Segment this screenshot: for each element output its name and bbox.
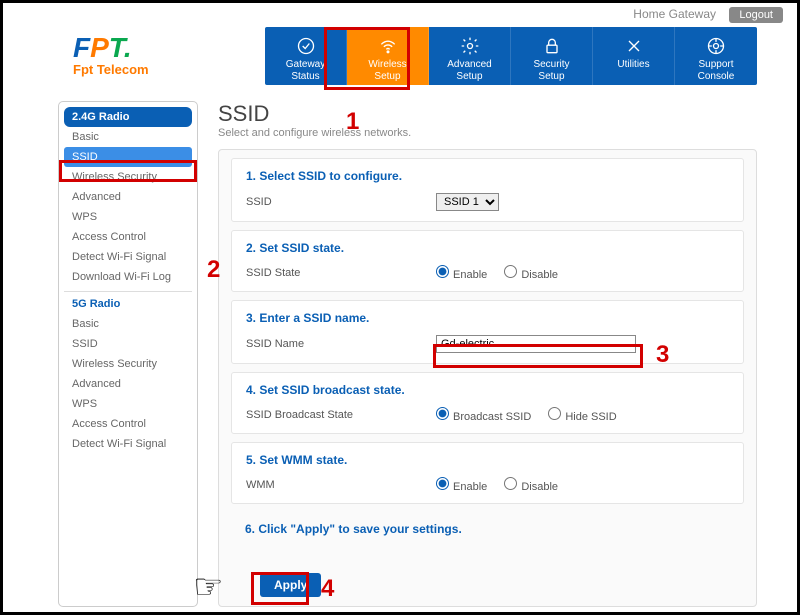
wmm-label: WMM bbox=[246, 479, 436, 491]
ssid-select-label: SSID bbox=[246, 196, 436, 208]
wifi-icon bbox=[347, 33, 428, 59]
ssid-state-enable[interactable]: Enable bbox=[436, 269, 487, 281]
nav-wireless-setup[interactable]: Wireless Setup bbox=[347, 27, 429, 85]
nav-gateway-status[interactable]: Gateway Status bbox=[265, 27, 347, 85]
section-title: 2. Set SSID state. bbox=[246, 241, 729, 255]
settings-panel: 1. Select SSID to configure. SSID SSID 1… bbox=[218, 149, 757, 607]
page-title: SSID bbox=[218, 101, 757, 127]
brand-logo: FPT. Fpt Telecom bbox=[73, 27, 223, 77]
sidebar-item-adv-5[interactable]: Advanced bbox=[64, 374, 192, 394]
sidebar-item-detect-24[interactable]: Detect Wi-Fi Signal bbox=[64, 247, 192, 267]
section-broadcast: 4. Set SSID broadcast state. SSID Broadc… bbox=[231, 372, 744, 434]
section-title: 1. Select SSID to configure. bbox=[246, 169, 729, 183]
nav-utilities[interactable]: Utilities bbox=[593, 27, 675, 85]
ssid-state-label: SSID State bbox=[246, 267, 436, 279]
ssid-select[interactable]: SSID 1 bbox=[436, 193, 499, 211]
nav-security-setup[interactable]: Security Setup bbox=[511, 27, 593, 85]
lock-icon bbox=[511, 33, 592, 59]
sidebar-item-wsec-5[interactable]: Wireless Security bbox=[64, 354, 192, 374]
sidebar-item-dl-24[interactable]: Download Wi-Fi Log bbox=[64, 267, 192, 287]
page-subtitle: Select and configure wireless networks. bbox=[218, 127, 757, 139]
sidebar-item-ac-5[interactable]: Access Control bbox=[64, 414, 192, 434]
sidebar-item-basic-24[interactable]: Basic bbox=[64, 127, 192, 147]
sidebar-item-ssid-24[interactable]: SSID bbox=[64, 147, 192, 167]
section-title: 3. Enter a SSID name. bbox=[246, 311, 729, 325]
section-title: 5. Set WMM state. bbox=[246, 453, 729, 467]
section-ssid-name: 3. Enter a SSID name. SSID Name bbox=[231, 300, 744, 364]
nav-advanced-setup[interactable]: Advanced Setup bbox=[429, 27, 511, 85]
section-ssid-state: 2. Set SSID state. SSID State Enable Dis… bbox=[231, 230, 744, 292]
sidebar-item-ssid-5[interactable]: SSID bbox=[64, 334, 192, 354]
sidebar-item-basic-5[interactable]: Basic bbox=[64, 314, 192, 334]
sidebar-item-detect-5[interactable]: Detect Wi-Fi Signal bbox=[64, 434, 192, 454]
check-circle-icon bbox=[265, 33, 346, 59]
ssid-state-disable[interactable]: Disable bbox=[504, 269, 558, 281]
support-icon bbox=[675, 33, 757, 59]
wmm-enable[interactable]: Enable bbox=[436, 481, 487, 493]
apply-button[interactable]: Apply bbox=[260, 573, 321, 597]
section-select-ssid: 1. Select SSID to configure. SSID SSID 1 bbox=[231, 158, 744, 222]
sidebar-item-adv-24[interactable]: Advanced bbox=[64, 187, 192, 207]
logout-button[interactable]: Logout bbox=[729, 7, 783, 23]
section-title: 4. Set SSID broadcast state. bbox=[246, 383, 729, 397]
nav-support-console[interactable]: Support Console bbox=[675, 27, 757, 85]
section-title: 6. Click "Apply" to save your settings. bbox=[245, 522, 730, 536]
sidebar: 2.4G Radio Basic SSID Wireless Security … bbox=[58, 101, 198, 607]
tools-icon bbox=[593, 33, 674, 59]
ssid-name-input[interactable] bbox=[436, 335, 636, 353]
ssid-name-label: SSID Name bbox=[246, 338, 436, 350]
gear-icon bbox=[429, 33, 510, 59]
sidebar-item-wps-24[interactable]: WPS bbox=[64, 207, 192, 227]
sidebar-header-24g: 2.4G Radio bbox=[64, 107, 192, 127]
broadcast-label: SSID Broadcast State bbox=[246, 409, 436, 421]
main-nav: Gateway Status Wireless Setup Advanced S… bbox=[265, 27, 757, 85]
hide-ssid[interactable]: Hide SSID bbox=[548, 411, 616, 423]
sidebar-item-wps-5[interactable]: WPS bbox=[64, 394, 192, 414]
section-wmm: 5. Set WMM state. WMM Enable Disable bbox=[231, 442, 744, 504]
sidebar-header-5g: 5G Radio bbox=[64, 291, 192, 314]
sidebar-item-wsec-24[interactable]: Wireless Security bbox=[64, 167, 192, 187]
home-gateway-link[interactable]: Home Gateway bbox=[633, 7, 716, 21]
broadcast-ssid[interactable]: Broadcast SSID bbox=[436, 411, 531, 423]
sidebar-item-ac-24[interactable]: Access Control bbox=[64, 227, 192, 247]
wmm-disable[interactable]: Disable bbox=[504, 481, 558, 493]
section-apply: 6. Click "Apply" to save your settings. bbox=[231, 512, 744, 536]
